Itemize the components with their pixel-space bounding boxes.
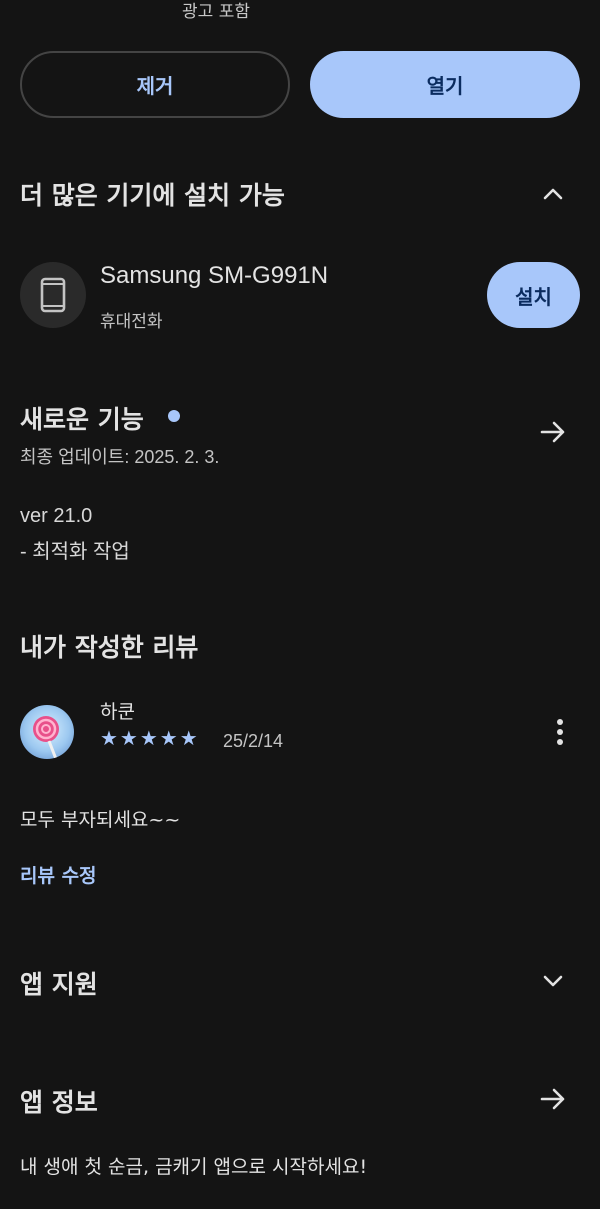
device-type: 휴대전화 [100, 312, 163, 332]
last-updated: 최종 업데이트: 2025. 2. 3. [20, 447, 220, 467]
chevron-up-icon [543, 188, 563, 200]
ad-note: 광고 포함 [182, 2, 250, 22]
new-indicator-dot [168, 410, 180, 422]
my-review-title: 내가 작성한 리뷰 [20, 633, 199, 662]
app-description: 내 생애 첫 순금, 금캐기 앱으로 시작하세요! [20, 1156, 368, 1178]
arrow-right-icon [540, 421, 565, 443]
app-info-arrow-button[interactable] [533, 1079, 573, 1119]
remove-button[interactable]: 제거 [20, 51, 290, 118]
expand-button[interactable] [533, 961, 573, 1001]
whats-new-title: 새로운 기능 [20, 405, 144, 434]
version-text: ver 21.0 [20, 505, 93, 527]
more-vert-icon [557, 719, 563, 725]
star-rating: ★★★★★ [100, 726, 200, 750]
reviewer-name: 하쿤 [100, 701, 135, 723]
open-button[interactable]: 열기 [310, 51, 580, 118]
chevron-down-icon [543, 975, 563, 987]
lollipop-avatar-image [33, 716, 59, 759]
more-devices-title: 더 많은 기기에 설치 가능 [20, 181, 285, 210]
review-text: 모두 부자되세요~~ [20, 809, 181, 831]
install-button[interactable]: 설치 [487, 262, 580, 328]
whats-new-content: ver 21.0 - 최적화 작업 [20, 498, 130, 570]
avatar [20, 705, 74, 759]
app-info-title: 앱 정보 [20, 1088, 98, 1117]
whats-new-arrow-button[interactable] [533, 412, 573, 452]
phone-icon [40, 277, 66, 313]
device-icon-container [20, 262, 86, 328]
update-note: - 최적화 작업 [20, 541, 130, 563]
edit-review-link[interactable]: 리뷰 수정 [20, 861, 97, 888]
app-support-title[interactable]: 앱 지원 [20, 965, 98, 1001]
app-detail-page: 광고 포함 제거 열기 더 많은 기기에 설치 가능 Samsung SM-G9… [0, 0, 600, 1209]
more-options-button[interactable] [545, 712, 575, 752]
collapse-button[interactable] [533, 174, 573, 214]
device-name: Samsung SM-G991N [100, 262, 329, 289]
arrow-right-icon [540, 1088, 565, 1110]
review-date: 25/2/14 [223, 731, 284, 751]
action-buttons: 제거 열기 [20, 51, 580, 118]
